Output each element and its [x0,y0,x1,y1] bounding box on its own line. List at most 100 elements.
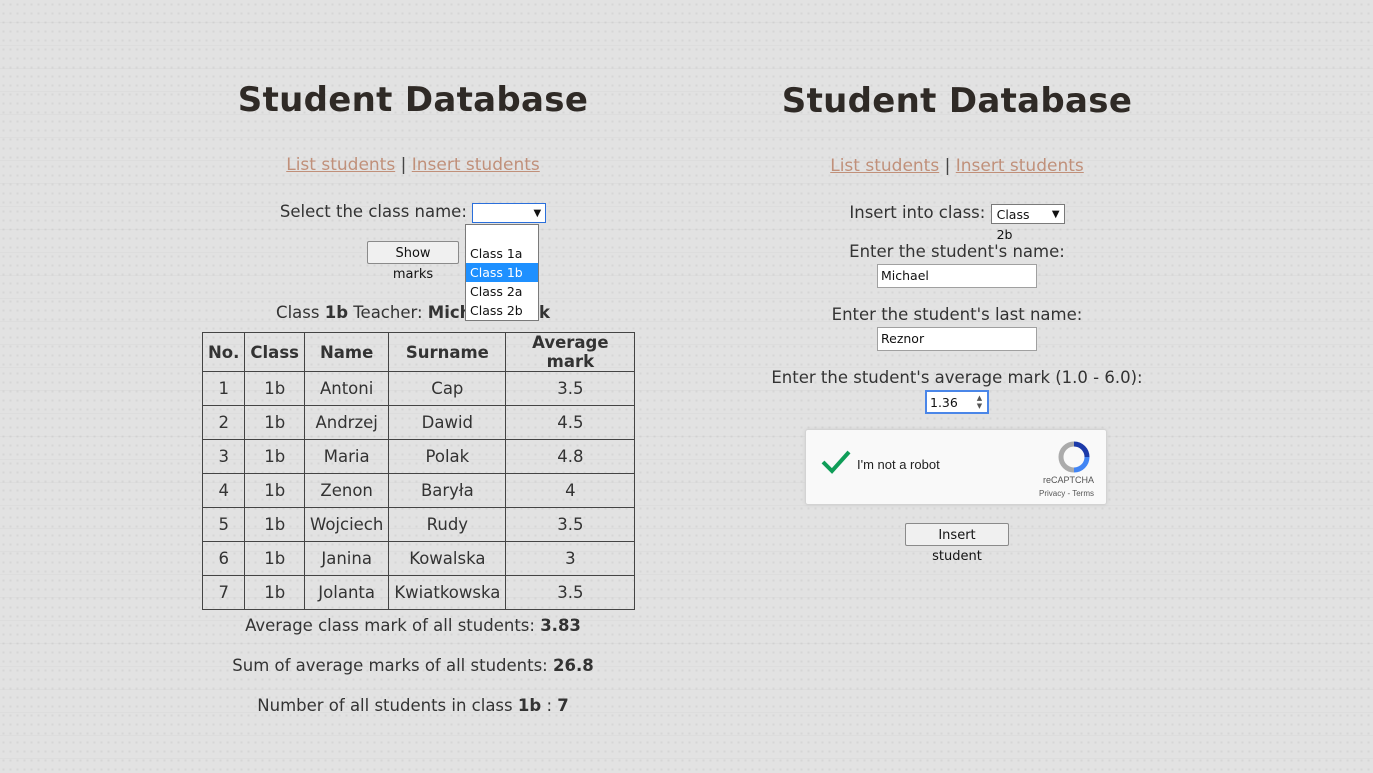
class-prefix: Class [276,303,320,322]
column-header-name: Name [303,332,390,372]
insert-student-button[interactable]: Insert student [905,523,1009,564]
cell-no: 7 [201,575,246,610]
sum-value: 26.8 [553,656,594,675]
students-table: No. Class Name Surname Average mark 1 1b A… [201,332,636,610]
class-select[interactable]: ▼ [472,202,547,223]
column-header-class: Class [244,332,305,372]
cell-surname: Cap [388,371,507,406]
count-summary: Number of all students in class 1b : 7 [133,696,693,715]
dropdown-option-class-1b[interactable]: Class 1b [466,263,538,282]
cell-class: 1b [244,541,305,576]
cell-average-mark: 4.8 [505,439,636,474]
cell-surname: Polak [388,439,507,474]
recaptcha-brand: reCAPTCHA [1042,475,1094,485]
cell-surname: Kowalska [388,541,507,576]
table-row: 3 1b Maria Polak 4.8 [201,439,636,474]
cell-surname: Rudy [388,507,507,542]
recaptcha-logo-icon [1054,440,1094,474]
average-mark-input[interactable]: 1.36 ▲ ▼ [925,390,989,414]
chevron-down-icon: ▼ [1051,208,1060,220]
student-lastname-input[interactable]: Reznor [877,327,1037,351]
insert-students-link[interactable]: Insert students [956,156,1084,176]
chevron-down-icon: ▼ [533,207,542,219]
cell-average-mark: 3.5 [505,575,636,610]
dropdown-option-class-1a[interactable]: Class 1a [466,244,538,263]
cell-name: Andrzej [303,405,390,440]
recaptcha-links: Privacy - Terms [1039,489,1094,498]
dropdown-option[interactable] [466,225,538,244]
average-value: 3.83 [540,616,581,635]
dropdown-option-class-2a[interactable]: Class 2a [466,282,538,301]
insert-class-select[interactable]: Class 2b ▼ [990,203,1065,242]
page-title: Student Database [781,81,1133,121]
table-row: 5 1b Wojciech Rudy 3.5 [201,507,636,542]
list-students-link[interactable]: List students [830,156,939,176]
checkmark-icon[interactable] [820,448,852,480]
class-dropdown-list: Class 1a Class 1b Class 2a Class 2b [465,224,539,321]
count-class: 1b [517,696,542,715]
cell-surname: Kwiatkowska [388,575,507,610]
mark-label: Enter the student's average mark (1.0 - … [771,368,1143,387]
insert-class-row: Insert into class: Class 2b ▼ [677,203,1237,242]
count-value: 7 [557,696,569,715]
recaptcha-widget: I'm not a robot reCAPTCHA Privacy - Term… [805,429,1107,505]
table-row: 7 1b Jolanta Kwiatkowska 3.5 [201,575,636,610]
nav-separator: | [944,156,951,176]
column-header-surname: Surname [388,332,507,372]
name-label: Enter the student's name: [849,242,1065,261]
cell-name: Zenon [303,473,390,508]
show-marks-button[interactable]: Show marks [367,241,459,282]
cell-class: 1b [244,371,305,406]
cell-class: 1b [244,575,305,610]
average-mark-value: 1.36 [930,395,958,410]
cell-no: 2 [201,405,246,440]
cell-class: 1b [244,473,305,508]
terms-link[interactable]: Terms [1072,489,1094,498]
table-row: 6 1b Janina Kowalska 3 [201,541,636,576]
cell-name: Maria [303,439,390,474]
table-row: 2 1b Andrzej Dawid 4.5 [201,405,636,440]
cell-name: Jolanta [303,575,390,610]
cell-no: 5 [201,507,246,542]
cell-average-mark: 3.5 [505,371,636,406]
nav-links: List students | Insert students [677,156,1237,176]
class-select-label: Select the class name: [279,202,467,221]
sum-label: Sum of average marks of all students: [232,656,548,675]
cell-name: Antoni [303,371,390,406]
nav-separator: | [400,155,407,175]
privacy-link[interactable]: Privacy [1039,489,1065,498]
table-row: 4 1b Zenon Baryła 4 [201,473,636,508]
student-name-input[interactable]: Michael [877,264,1037,288]
column-header-average-mark: Average mark [505,332,636,372]
insert-class-label: Insert into class: [849,203,986,222]
class-select-row: Select the class name: ▼ [133,202,693,223]
cell-no: 4 [201,473,246,508]
dropdown-option-class-2b[interactable]: Class 2b [466,301,538,320]
teacher-label: Teacher: [353,303,423,322]
count-separator: : [546,696,552,715]
cell-no: 6 [201,541,246,576]
cell-surname: Baryła [388,473,507,508]
average-summary: Average class mark of all students: 3.83 [133,616,693,635]
nav-links: List students | Insert students [133,155,693,175]
cell-class: 1b [244,507,305,542]
insert-students-link[interactable]: Insert students [412,155,540,175]
recaptcha-label: I'm not a robot [857,457,940,472]
count-label: Number of all students in class [257,696,513,715]
cell-average-mark: 4 [505,473,636,508]
list-students-link[interactable]: List students [286,155,395,175]
cell-average-mark: 3.5 [505,507,636,542]
class-name: 1b [324,303,349,322]
class-info: Class 1b Teacher: Michał Kozak [133,303,693,322]
lastname-label: Enter the student's last name: [831,305,1083,324]
cell-average-mark: 3 [505,541,636,576]
column-header-no: No. [201,332,246,372]
page-title: Student Database [237,80,589,120]
spinner-arrows-icon[interactable]: ▲ ▼ [974,394,985,410]
cell-class: 1b [244,405,305,440]
average-label: Average class mark of all students: [245,616,535,635]
cell-average-mark: 4.5 [505,405,636,440]
cell-name: Janina [303,541,390,576]
cell-no: 1 [201,371,246,406]
cell-no: 3 [201,439,246,474]
